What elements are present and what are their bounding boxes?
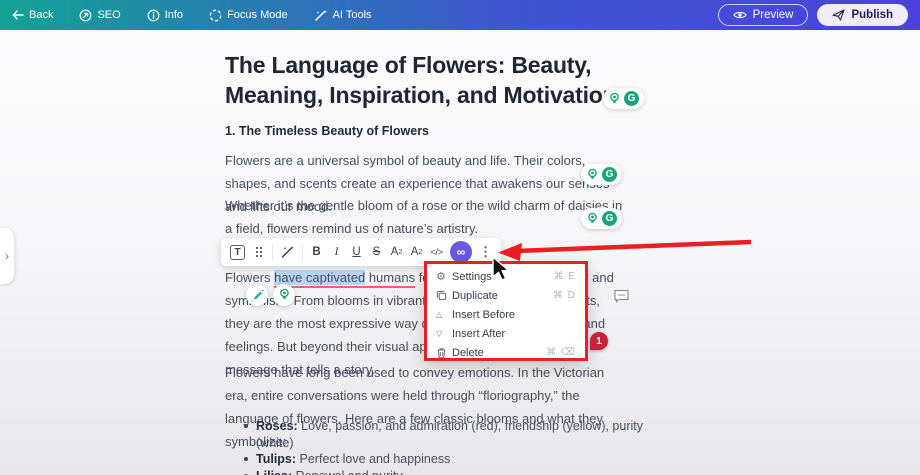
triangle-up-icon: △ xyxy=(436,310,452,319)
suggestion-button[interactable] xyxy=(273,284,295,306)
publish-label: Publish xyxy=(851,9,893,21)
publish-button[interactable]: Publish xyxy=(817,4,908,26)
list-item[interactable]: Roses: Love, passion, and admiration (re… xyxy=(243,418,643,451)
top-navigation-bar: Back SEO Info Focus Mode AI Tools Previe… xyxy=(0,0,920,30)
superscript-button[interactable]: A2 xyxy=(390,242,403,262)
menu-item-duplicate[interactable]: Duplicate ⌘ D xyxy=(427,286,585,305)
back-label: Back xyxy=(29,9,53,21)
code-button[interactable]: </> xyxy=(430,242,443,262)
magic-pencil-icon xyxy=(251,289,264,302)
menu-shortcut: ⌘ E xyxy=(554,271,576,282)
focus-mode-label: Focus Mode xyxy=(227,9,288,21)
subscript-mark: 2 xyxy=(418,249,422,256)
menu-label: Settings xyxy=(452,271,492,283)
info-label: Info xyxy=(165,9,183,21)
paragraph-2-assistant-pill[interactable]: G xyxy=(581,208,622,229)
context-menu-annotation-box: ⚙ Settings ⌘ E Duplicate ⌘ D △ Insert Be… xyxy=(424,261,588,361)
toolbar-divider xyxy=(302,245,303,260)
paragraph-1-assistant-pill[interactable]: G xyxy=(581,164,622,185)
symbolism-list: Roses: Love, passion, and admiration (re… xyxy=(243,418,643,475)
sidebar-expand-handle[interactable]: › xyxy=(0,228,14,284)
drag-handle[interactable] xyxy=(252,242,265,262)
menu-label: Insert After xyxy=(452,328,505,340)
grammarly-icon: G xyxy=(624,91,639,106)
info-button[interactable]: Info xyxy=(147,9,183,22)
subscript-button[interactable]: A2 xyxy=(410,242,423,262)
grammarly-icon: G xyxy=(602,211,617,226)
menu-item-insert-after[interactable]: ▽ Insert After xyxy=(427,324,585,343)
list-item[interactable]: Tulips: Perfect love and happiness xyxy=(243,451,643,468)
seo-button[interactable]: SEO xyxy=(79,9,120,22)
focus-mode-icon xyxy=(209,9,222,22)
menu-shortcut: ⌘ ⌫ xyxy=(546,347,576,358)
page-title[interactable]: The Language of Flowers: Beauty, Meaning… xyxy=(225,50,643,110)
suggestion-lightbulb-icon xyxy=(586,212,599,226)
text-style-button[interactable]: T xyxy=(230,245,245,260)
menu-item-settings[interactable]: ⚙ Settings ⌘ E xyxy=(427,267,585,286)
triangle-down-icon: ▽ xyxy=(436,329,452,338)
toolbar-divider xyxy=(272,245,273,260)
magic-wand-icon xyxy=(280,245,295,259)
eye-icon xyxy=(733,10,747,20)
list-term: Roses: xyxy=(256,419,298,433)
list-term: Lilies: xyxy=(256,469,292,475)
preview-button[interactable]: Preview xyxy=(718,4,809,26)
back-arrow-icon xyxy=(12,10,24,20)
drag-dots-icon xyxy=(255,246,263,258)
block-context-menu: ⚙ Settings ⌘ E Duplicate ⌘ D △ Insert Be… xyxy=(427,264,585,365)
magic-edit-button[interactable] xyxy=(246,284,268,306)
comment-pin-badge[interactable]: 1 xyxy=(590,332,608,350)
menu-label: Duplicate xyxy=(452,290,498,302)
grammar-underline: have captivated humans xyxy=(274,270,415,288)
underlined-text: humans xyxy=(365,270,415,285)
superscript-base: A xyxy=(391,246,399,258)
superscript-mark: 2 xyxy=(398,249,402,256)
menu-label: Insert Before xyxy=(452,309,515,321)
menu-item-insert-before[interactable]: △ Insert Before xyxy=(427,305,585,324)
chevron-right-icon: › xyxy=(5,249,9,263)
suggestion-lightbulb-icon xyxy=(586,168,599,182)
back-button[interactable]: Back xyxy=(12,9,53,21)
magic-wand-icon xyxy=(314,9,328,22)
trash-icon xyxy=(436,347,452,359)
italic-button[interactable]: I xyxy=(330,242,343,262)
seo-gauge-icon xyxy=(79,9,92,22)
list-item[interactable]: Lilies: Renewal and purity xyxy=(243,468,643,475)
list-desc: Renewal and purity xyxy=(292,469,402,475)
suggestion-lightbulb-icon xyxy=(278,288,291,302)
paper-plane-icon xyxy=(832,9,845,21)
editor-screen: Back SEO Info Focus Mode AI Tools Previe… xyxy=(0,0,920,475)
link-button[interactable]: ∞ xyxy=(450,241,472,263)
selected-text[interactable]: have captivated xyxy=(274,270,365,285)
list-desc: Love, passion, and admiration (red), fri… xyxy=(256,419,643,450)
duplicate-icon xyxy=(436,290,452,301)
ai-tools-label: AI Tools xyxy=(333,9,372,21)
topbar-actions: Preview Publish xyxy=(718,4,908,26)
more-options-button[interactable]: ⋮ xyxy=(479,242,492,262)
paragraph-3-text: Flowers xyxy=(225,270,274,285)
grammarly-icon: G xyxy=(602,167,617,182)
list-term: Tulips: xyxy=(256,452,296,466)
gear-icon: ⚙ xyxy=(436,270,452,283)
strikethrough-button[interactable]: S xyxy=(370,242,383,262)
comment-count: 1 xyxy=(596,336,602,347)
menu-label: Delete xyxy=(452,347,484,359)
paragraph-2[interactable]: Whether it’s the gentle bloom of a rose … xyxy=(225,194,623,240)
title-assistant-pill[interactable]: G xyxy=(603,88,644,109)
subscript-base: A xyxy=(411,246,419,258)
ai-rewrite-button[interactable] xyxy=(280,242,295,262)
seo-label: SEO xyxy=(97,9,120,21)
menu-item-delete[interactable]: Delete ⌘ ⌫ xyxy=(427,343,585,362)
comment-bubble-icon[interactable] xyxy=(613,289,630,309)
focus-mode-button[interactable]: Focus Mode xyxy=(209,9,288,22)
menu-shortcut: ⌘ D xyxy=(553,290,576,301)
bold-button[interactable]: B xyxy=(310,242,323,262)
underline-button[interactable]: U xyxy=(350,242,363,262)
suggestion-lightbulb-icon xyxy=(608,92,621,106)
list-desc: Perfect love and happiness xyxy=(296,452,450,466)
ai-tools-button[interactable]: AI Tools xyxy=(314,9,372,22)
info-icon xyxy=(147,9,160,22)
section-heading[interactable]: 1. The Timeless Beauty of Flowers xyxy=(225,124,429,138)
preview-label: Preview xyxy=(753,9,794,21)
